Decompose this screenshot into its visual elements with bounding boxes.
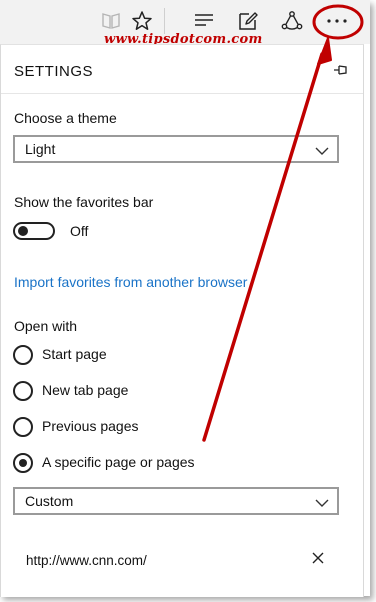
- annotation-arrow-head: [317, 37, 332, 65]
- highlight-circle: [312, 4, 364, 40]
- annotation-overlay: [202, 4, 364, 442]
- annotation-arrow-shaft: [202, 52, 324, 442]
